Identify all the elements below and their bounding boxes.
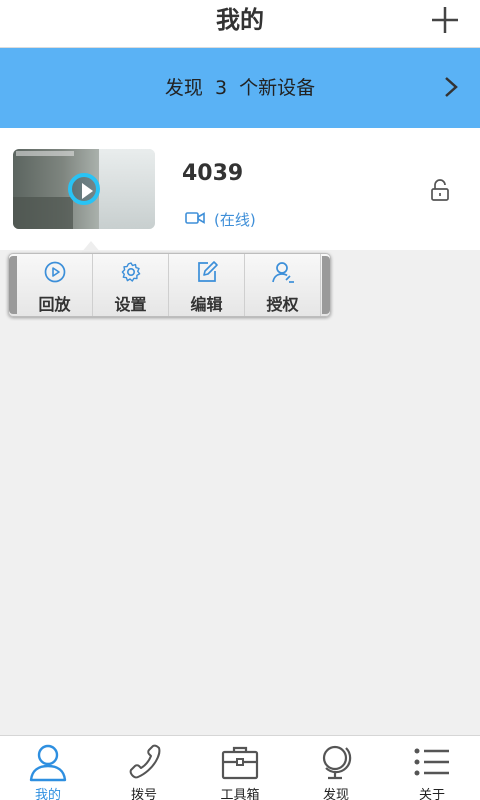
settings-button[interactable]: 设置 [93, 254, 169, 316]
playback-icon [44, 261, 66, 283]
user-auth-icon [272, 262, 294, 283]
tab-label: 我的 [34, 788, 61, 800]
phone-icon [129, 744, 161, 779]
play-icon[interactable] [68, 173, 100, 205]
new-devices-text: 发现 3 个新设备 [164, 77, 316, 99]
plus-icon [432, 7, 458, 33]
list-icon [414, 748, 449, 776]
gear-icon [121, 262, 141, 282]
device-name: 4039 [182, 161, 244, 186]
playback-button[interactable]: 回放 [17, 254, 93, 316]
tab-label: 发现 [322, 788, 349, 800]
edit-button[interactable]: 编辑 [169, 254, 245, 316]
authorize-button[interactable]: 授权 [245, 254, 321, 316]
tab-about[interactable]: 关于 [384, 736, 480, 800]
toolbox-icon [221, 746, 259, 780]
thumbnail-shadow [13, 197, 73, 229]
device-status: (在线) [214, 211, 256, 229]
tab-dial[interactable]: 拨号 [96, 736, 192, 800]
page-title: 我的 [216, 6, 264, 34]
device-list-item[interactable]: 4039 (在线) [0, 128, 480, 250]
thumbnail-timestamp-overlay [16, 151, 74, 156]
device-thumbnail[interactable] [13, 149, 155, 229]
popup-edge-right [322, 256, 330, 314]
user-icon [29, 744, 67, 782]
playback-label: 回放 [38, 295, 71, 314]
tab-mine[interactable]: 我的 [0, 736, 96, 800]
edit-icon [198, 261, 218, 282]
tab-label: 工具箱 [220, 788, 260, 800]
tab-toolbox[interactable]: 工具箱 [192, 736, 288, 800]
top-bar: 我的 [0, 0, 480, 48]
thumbnail-scene [99, 149, 155, 229]
device-action-popup: 回放 设置 编辑 授权 [8, 253, 331, 317]
tab-discover[interactable]: 发现 [288, 736, 384, 800]
video-camera-icon [185, 212, 205, 224]
bottom-tab-bar: 我的 拨号 工具箱 发现 关于 [0, 735, 480, 800]
lock-icon[interactable] [430, 179, 450, 201]
popup-edge-left [9, 256, 17, 314]
settings-label: 设置 [114, 295, 147, 314]
play-triangle [82, 183, 93, 199]
new-devices-banner[interactable]: 发现 3 个新设备 [0, 48, 480, 128]
add-device-button[interactable] [430, 5, 460, 35]
globe-icon [322, 745, 352, 780]
tab-label: 拨号 [130, 788, 157, 800]
popup-pointer [81, 241, 101, 253]
tab-label: 关于 [418, 788, 445, 800]
edit-label: 编辑 [190, 295, 223, 314]
authorize-label: 授权 [266, 295, 299, 314]
chevron-right-icon [445, 77, 458, 97]
